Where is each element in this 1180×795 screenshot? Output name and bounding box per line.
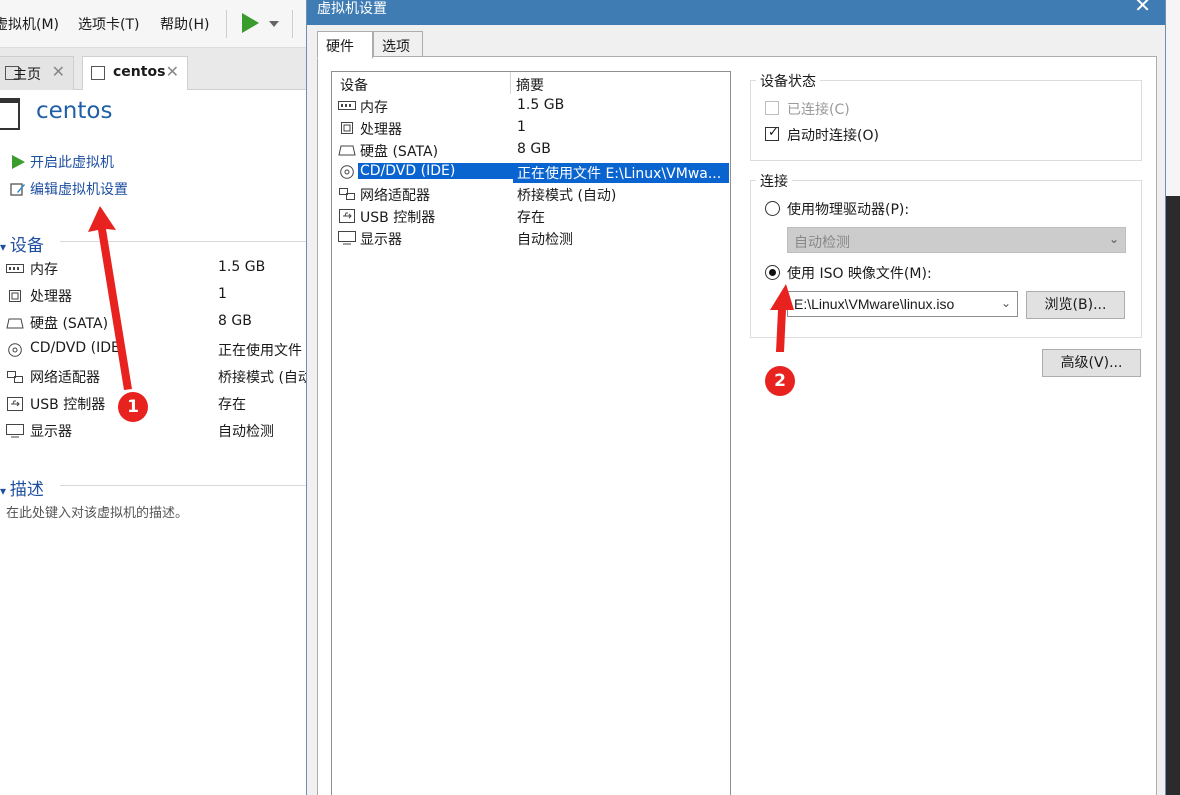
list-item-harddisk[interactable]: 硬盘 (SATA) 8 GB (333, 139, 729, 161)
memory-icon (6, 264, 24, 273)
usb-icon (339, 209, 355, 223)
processor-icon (9, 290, 21, 302)
checkbox-box: ✓ (765, 125, 779, 141)
description-field[interactable]: 在此处键入对该虚拟机的描述。 (6, 502, 188, 521)
menu-help[interactable]: 帮助(H) (160, 14, 209, 34)
cdrom-icon (8, 343, 22, 357)
divider (60, 485, 310, 486)
list-item-network[interactable]: 网络适配器 桥接模式 (自动) (333, 183, 729, 205)
harddisk-icon (338, 145, 356, 156)
checkbox-box (765, 101, 779, 115)
vm-icon (91, 66, 105, 80)
radio-circle (765, 201, 780, 216)
device-status-title: 设备状态 (756, 71, 820, 91)
vm-tab-bar: 主页 ✕ centos ✕ (0, 48, 310, 90)
list-item-cdrom[interactable]: CD/DVD (IDE) 正在使用文件 E:\Linux\VMwa... (333, 161, 729, 183)
radio-circle (765, 265, 780, 280)
network-icon (7, 371, 23, 383)
chevron-down-icon: ⌄ (1000, 296, 1011, 310)
processor-icon (341, 122, 353, 134)
list-item-usb[interactable]: USB 控制器 存在 (333, 205, 729, 227)
iso-path-combobox[interactable]: E:\Linux\VMware\linux.iso ⌄ (787, 291, 1018, 317)
background-strip (1166, 0, 1180, 196)
vm-settings-dialog: 虚拟机设置 ✕ 硬件 选项 设备 摘要 内存 1.5 GB 处理器 1 硬盘 (… (306, 0, 1166, 795)
description-heading[interactable]: ▾ 描述 (0, 475, 44, 500)
menu-vm[interactable]: 虚拟机(M) (0, 14, 59, 34)
monitor-icon (338, 231, 356, 245)
tab-hardware[interactable]: 硬件 (317, 31, 373, 59)
menu-tabs[interactable]: 选项卡(T) (78, 14, 139, 34)
column-separator[interactable] (510, 72, 511, 94)
tab-options[interactable]: 选项 (373, 31, 423, 57)
power-on-icon[interactable] (240, 12, 260, 34)
close-icon[interactable]: ✕ (1134, 0, 1151, 17)
play-icon (12, 155, 25, 169)
list-item-monitor[interactable]: 显示器 自动检测 (333, 227, 729, 249)
toolbar-separator (226, 10, 227, 38)
radio-dot (769, 269, 776, 276)
list-item-processor[interactable]: 处理器 1 (333, 117, 729, 139)
edit-vm-settings-link[interactable]: 编辑虚拟机设置 (10, 179, 128, 199)
devices-heading[interactable]: ▾ 设备 (0, 231, 44, 256)
advanced-button[interactable]: 高级(V)... (1042, 349, 1141, 377)
dialog-title: 虚拟机设置 (317, 1, 387, 17)
physical-drive-select[interactable]: 自动检测 ⌄ (787, 227, 1126, 253)
usb-icon (7, 397, 23, 411)
background-window-edge (1166, 196, 1180, 795)
monitor-icon (6, 424, 24, 438)
tab-centos[interactable]: centos ✕ (82, 56, 188, 90)
power-on-link[interactable]: 开启此虚拟机 (10, 152, 114, 172)
device-row-monitor[interactable]: 显示器 自动检测 (6, 421, 310, 443)
checkmark-icon: ✓ (768, 125, 779, 140)
connection-title: 连接 (756, 171, 792, 191)
device-list[interactable]: 设备 摘要 内存 1.5 GB 处理器 1 硬盘 (SATA) 8 GB CD/… (331, 71, 731, 795)
column-device[interactable]: 设备 (340, 75, 368, 95)
vm-icon (0, 98, 20, 130)
cdrom-icon (340, 165, 354, 179)
browse-button[interactable]: 浏览(B)... (1026, 291, 1125, 319)
chevron-down-icon[interactable] (269, 21, 279, 27)
chevron-down-icon: ⌄ (1108, 232, 1119, 246)
chevron-down-icon: ▾ (0, 484, 10, 498)
vm-title: centos (36, 98, 113, 124)
menu-bar: 虚拟机(M) 选项卡(T) 帮助(H) (0, 0, 310, 48)
divider (60, 241, 310, 242)
harddisk-icon (6, 318, 24, 329)
device-row-cdrom[interactable]: CD/DVD (IDE) 正在使用文件 (6, 340, 310, 362)
edit-settings-icon (10, 183, 25, 196)
device-status-group (750, 80, 1142, 161)
device-row-memory[interactable]: 内存 1.5 GB (6, 259, 310, 281)
chevron-down-icon: ▾ (0, 240, 10, 254)
device-row-usb[interactable]: USB 控制器 存在 (6, 394, 310, 416)
device-row-network[interactable]: 网络适配器 桥接模式 (自动 (6, 367, 310, 389)
dialog-titlebar[interactable]: 虚拟机设置 ✕ (307, 0, 1165, 25)
close-icon[interactable]: ✕ (166, 62, 179, 81)
tab-label: centos (113, 64, 166, 80)
network-icon (339, 188, 355, 200)
device-row-processor[interactable]: 处理器 1 (6, 286, 310, 308)
device-row-harddisk[interactable]: 硬盘 (SATA) 8 GB (6, 313, 310, 335)
list-item-memory[interactable]: 内存 1.5 GB (333, 95, 729, 117)
close-icon[interactable]: ✕ (52, 62, 65, 81)
annotation-badge-2: 2 (765, 366, 795, 396)
tab-home[interactable]: 主页 ✕ (0, 56, 74, 90)
memory-icon (338, 101, 356, 110)
tab-label: 主页 (13, 67, 41, 83)
toolbar-separator (292, 10, 293, 38)
annotation-badge-1: 1 (118, 392, 148, 422)
column-summary[interactable]: 摘要 (516, 75, 544, 95)
device-list-header: 设备 摘要 (332, 72, 730, 94)
